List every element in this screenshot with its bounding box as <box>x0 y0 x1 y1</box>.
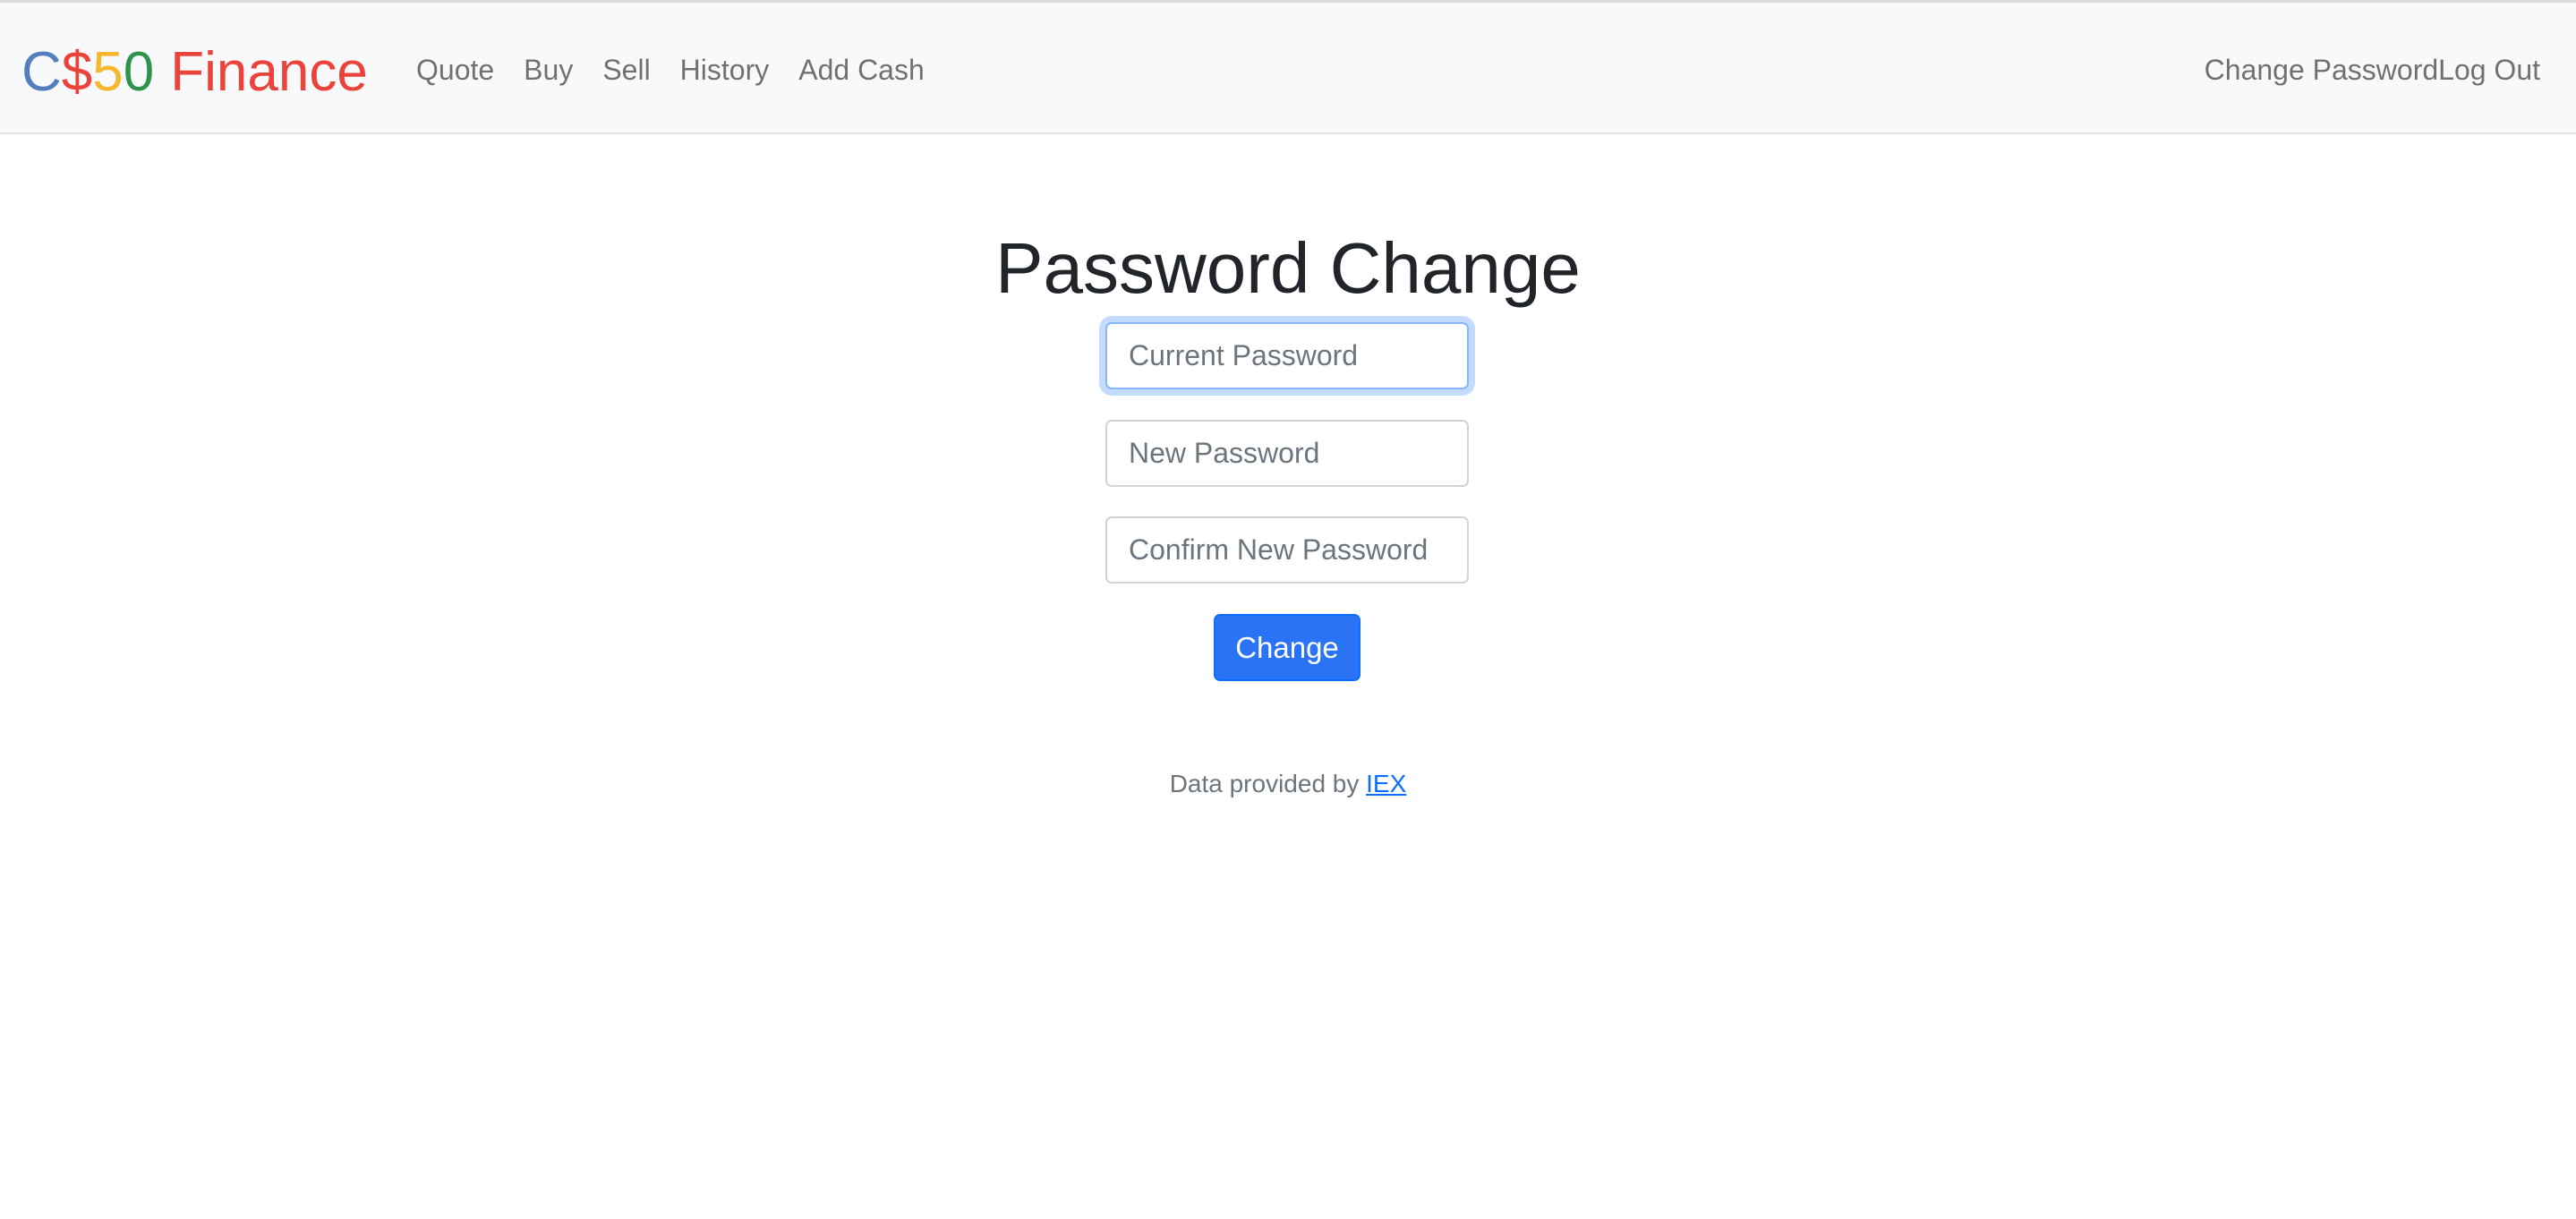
nav-link-history[interactable]: History <box>680 50 770 90</box>
footer-text: Data provided by <box>1169 770 1360 797</box>
brand-letter-c: C <box>21 41 62 103</box>
brand-dollar: $ <box>61 41 93 103</box>
top-navbar: C$50 Finance Quote Buy Sell History Add C… <box>0 0 2576 134</box>
brand-logo-link[interactable]: C$50 Finance <box>21 3 368 137</box>
iex-link[interactable]: IEX <box>1366 770 1406 797</box>
brand-finance-word: Finance <box>170 41 368 103</box>
brand-digit-five: 5 <box>92 41 124 103</box>
nav-link-log-out[interactable]: Log Out <box>2438 50 2540 90</box>
nav-link-sell[interactable]: Sell <box>602 50 650 90</box>
nav-link-add-cash[interactable]: Add Cash <box>798 50 925 90</box>
nav-left-menu: Quote Buy Sell History Add Cash <box>416 3 954 137</box>
current-password-input[interactable] <box>1105 322 1469 389</box>
nav-right-menu: Change Password Log Out <box>2205 3 2540 137</box>
page-title: Password Change <box>995 228 1581 308</box>
change-button[interactable]: Change <box>1214 614 1361 681</box>
nav-link-change-password[interactable]: Change Password <box>2205 50 2438 90</box>
confirm-new-password-input[interactable] <box>1105 516 1469 584</box>
brand-digit-zero: 0 <box>123 41 155 103</box>
footer: Data provided by IEX <box>0 770 2576 798</box>
nav-link-quote[interactable]: Quote <box>416 50 494 90</box>
new-password-input[interactable] <box>1105 420 1469 487</box>
nav-link-buy[interactable]: Buy <box>524 50 573 90</box>
